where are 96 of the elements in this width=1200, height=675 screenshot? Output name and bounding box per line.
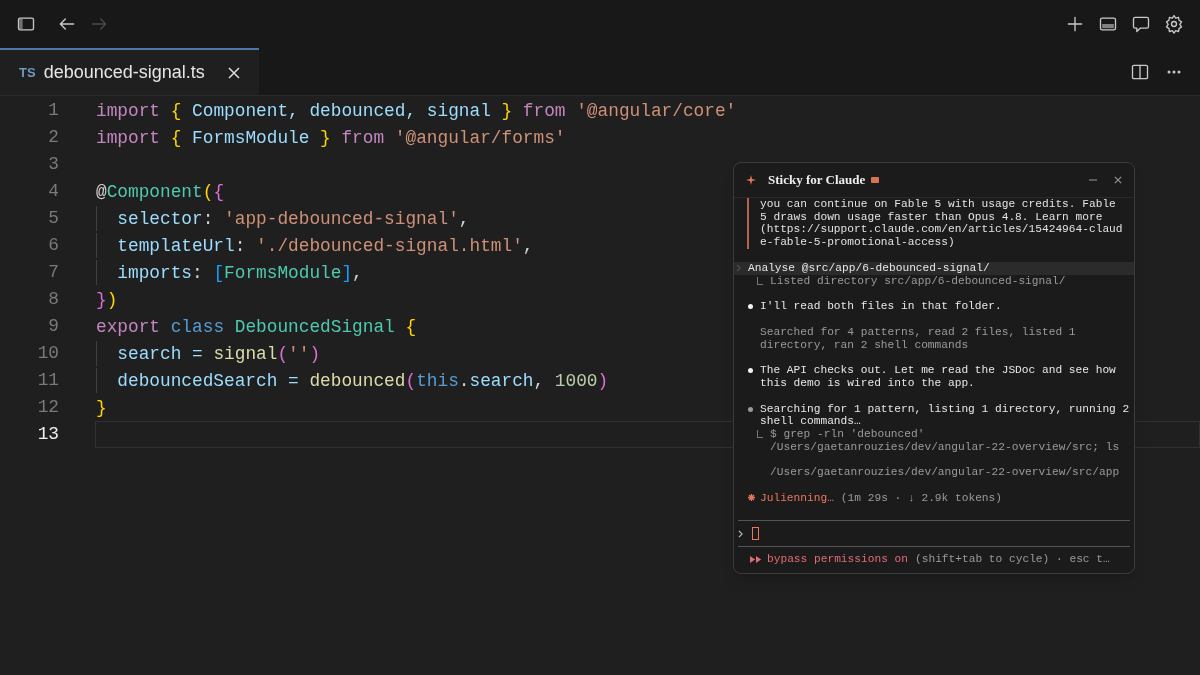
code-token: 'app-debounced-signal' bbox=[224, 208, 459, 231]
code-token: } bbox=[320, 127, 331, 150]
bullet-icon bbox=[748, 368, 753, 374]
message-text: Searching for 1 pattern, listing 1 directory, running 2 shell commands… bbox=[760, 402, 1130, 429]
code-token: 1000 bbox=[554, 370, 598, 393]
code-token: ) bbox=[106, 289, 118, 312]
plus-icon[interactable] bbox=[1065, 14, 1085, 34]
code-token: FormsModule bbox=[224, 262, 342, 285]
code-token: Component bbox=[106, 181, 203, 204]
message-text: I'll read both files in that folder. bbox=[760, 300, 1002, 313]
prompt-text: Analyse @src/app/6-debounced-signal/ bbox=[748, 261, 990, 275]
summary-text: Searched for 4 patterns, read 2 files, listed 1 directory, ran 2 shell commands bbox=[760, 325, 1076, 352]
fast-forward-icon bbox=[750, 555, 762, 563]
code-token: FormsModule bbox=[191, 127, 311, 150]
code-token: class bbox=[170, 316, 226, 339]
line-number: 1 bbox=[47, 99, 59, 122]
code-token: export bbox=[96, 316, 162, 339]
sparkle-icon bbox=[746, 175, 756, 185]
code-token: { bbox=[405, 316, 417, 339]
code-token: { bbox=[170, 100, 182, 123]
branch-icon bbox=[757, 430, 763, 439]
code-token: { bbox=[170, 127, 182, 150]
code-token: DebouncedSignal bbox=[234, 316, 396, 339]
bullet-icon bbox=[748, 406, 753, 412]
code-token: search = bbox=[117, 343, 204, 366]
message-text: The API checks out. Let me read the JSDoc and see how this demo is wired into the app. bbox=[760, 364, 1116, 390]
code-token: '@angular/core' bbox=[576, 100, 737, 123]
mode-label: bypass permissions on bbox=[767, 552, 908, 566]
branch-icon bbox=[757, 276, 763, 285]
line-number: 10 bbox=[36, 342, 59, 365]
text-cursor[interactable] bbox=[752, 527, 759, 540]
code-token: imports bbox=[117, 262, 193, 285]
notice-text: you can continue on Fable 5 with usage credits. Fable 5 draws down usage faster than Opus 4.8. Learn more (https://support.claude.com/en/articles/15424964-claud e-fable-5-promotional-access) bbox=[760, 198, 1120, 249]
line-number: 9 bbox=[47, 315, 59, 338]
chevron-icon bbox=[736, 264, 741, 273]
line-number: 2 bbox=[47, 126, 59, 149]
code-token: @ bbox=[96, 181, 107, 204]
line-number: 7 bbox=[47, 261, 59, 284]
code-token: : bbox=[202, 208, 215, 231]
line-number: 12 bbox=[36, 396, 59, 419]
file-tab[interactable]: TS debounced-signal.ts bbox=[0, 48, 259, 95]
code-token: ( bbox=[405, 370, 417, 393]
code-token: , bbox=[522, 235, 534, 258]
code-token: selector bbox=[117, 208, 203, 231]
line-number: 4 bbox=[47, 180, 59, 203]
code-token: { bbox=[213, 181, 225, 204]
code-token: } bbox=[501, 100, 513, 123]
line-number: 13 bbox=[36, 423, 59, 446]
line-number: 5 bbox=[47, 207, 59, 230]
prompt-chevron-icon bbox=[738, 529, 743, 538]
status-detail: (1m 29s · ↓ 2.9k tokens) bbox=[840, 491, 1002, 505]
line-number: 6 bbox=[47, 234, 59, 257]
code-token: , bbox=[533, 370, 546, 393]
code-token: from bbox=[340, 127, 386, 150]
code-token: } bbox=[96, 289, 107, 312]
line-number: 3 bbox=[47, 153, 59, 176]
code-token: ) bbox=[309, 343, 321, 366]
code-token: , bbox=[352, 262, 363, 285]
code-token: search bbox=[469, 370, 534, 393]
line-number: 11 bbox=[36, 369, 59, 392]
close-icon[interactable] bbox=[1114, 176, 1122, 184]
code-token: ( bbox=[277, 343, 289, 366]
code-token: [ bbox=[213, 262, 225, 285]
asterisk-icon bbox=[748, 493, 755, 501]
code-token: '@angular/forms' bbox=[394, 127, 566, 150]
bullet-icon bbox=[748, 304, 753, 310]
code-token: Component, debounced, signal bbox=[191, 100, 492, 123]
code-token: ] bbox=[341, 262, 353, 285]
code-token: , bbox=[458, 208, 470, 231]
code-token: '' bbox=[288, 343, 310, 366]
code-token: from bbox=[521, 100, 567, 123]
code-token: ) bbox=[597, 370, 609, 393]
tool-result-text: $ grep -rln 'debounced' /Users/gaetanrouzies/dev/angular-22-overview/src; ls /Users/gaetanrouzies/dev/angular-22-overview/src/app bbox=[770, 428, 1120, 479]
typescript-label: TS bbox=[19, 63, 36, 82]
line-number: 8 bbox=[47, 288, 59, 311]
code-token: import bbox=[96, 127, 162, 150]
code-token: templateUrl bbox=[117, 235, 235, 258]
code-token: } bbox=[96, 397, 107, 420]
settings-icon[interactable] bbox=[1164, 14, 1184, 34]
code-token: debounced bbox=[309, 370, 406, 393]
chat-icon[interactable] bbox=[1131, 14, 1151, 34]
panel-title: Sticky for Claude bbox=[768, 171, 866, 190]
mode-hint: (shift+tab to cycle) · esc t… bbox=[915, 552, 1110, 566]
code-token: . bbox=[458, 370, 470, 393]
code-token: : bbox=[234, 235, 247, 258]
code-token: import bbox=[96, 100, 162, 123]
code-token: ( bbox=[202, 181, 214, 204]
tab-label: debounced-signal.ts bbox=[43, 61, 205, 84]
badge-icon bbox=[871, 177, 880, 183]
code-token: this bbox=[416, 370, 459, 393]
code-token: : bbox=[192, 262, 204, 285]
code-token: debouncedSearch = bbox=[117, 370, 300, 393]
status-text: Julienning… bbox=[760, 491, 834, 505]
code-token: './debounced-signal.html' bbox=[256, 235, 523, 258]
code-token: signal bbox=[213, 343, 278, 366]
tool-result-text: Listed directory src/app/6-debounced-signal/ bbox=[770, 274, 1066, 288]
